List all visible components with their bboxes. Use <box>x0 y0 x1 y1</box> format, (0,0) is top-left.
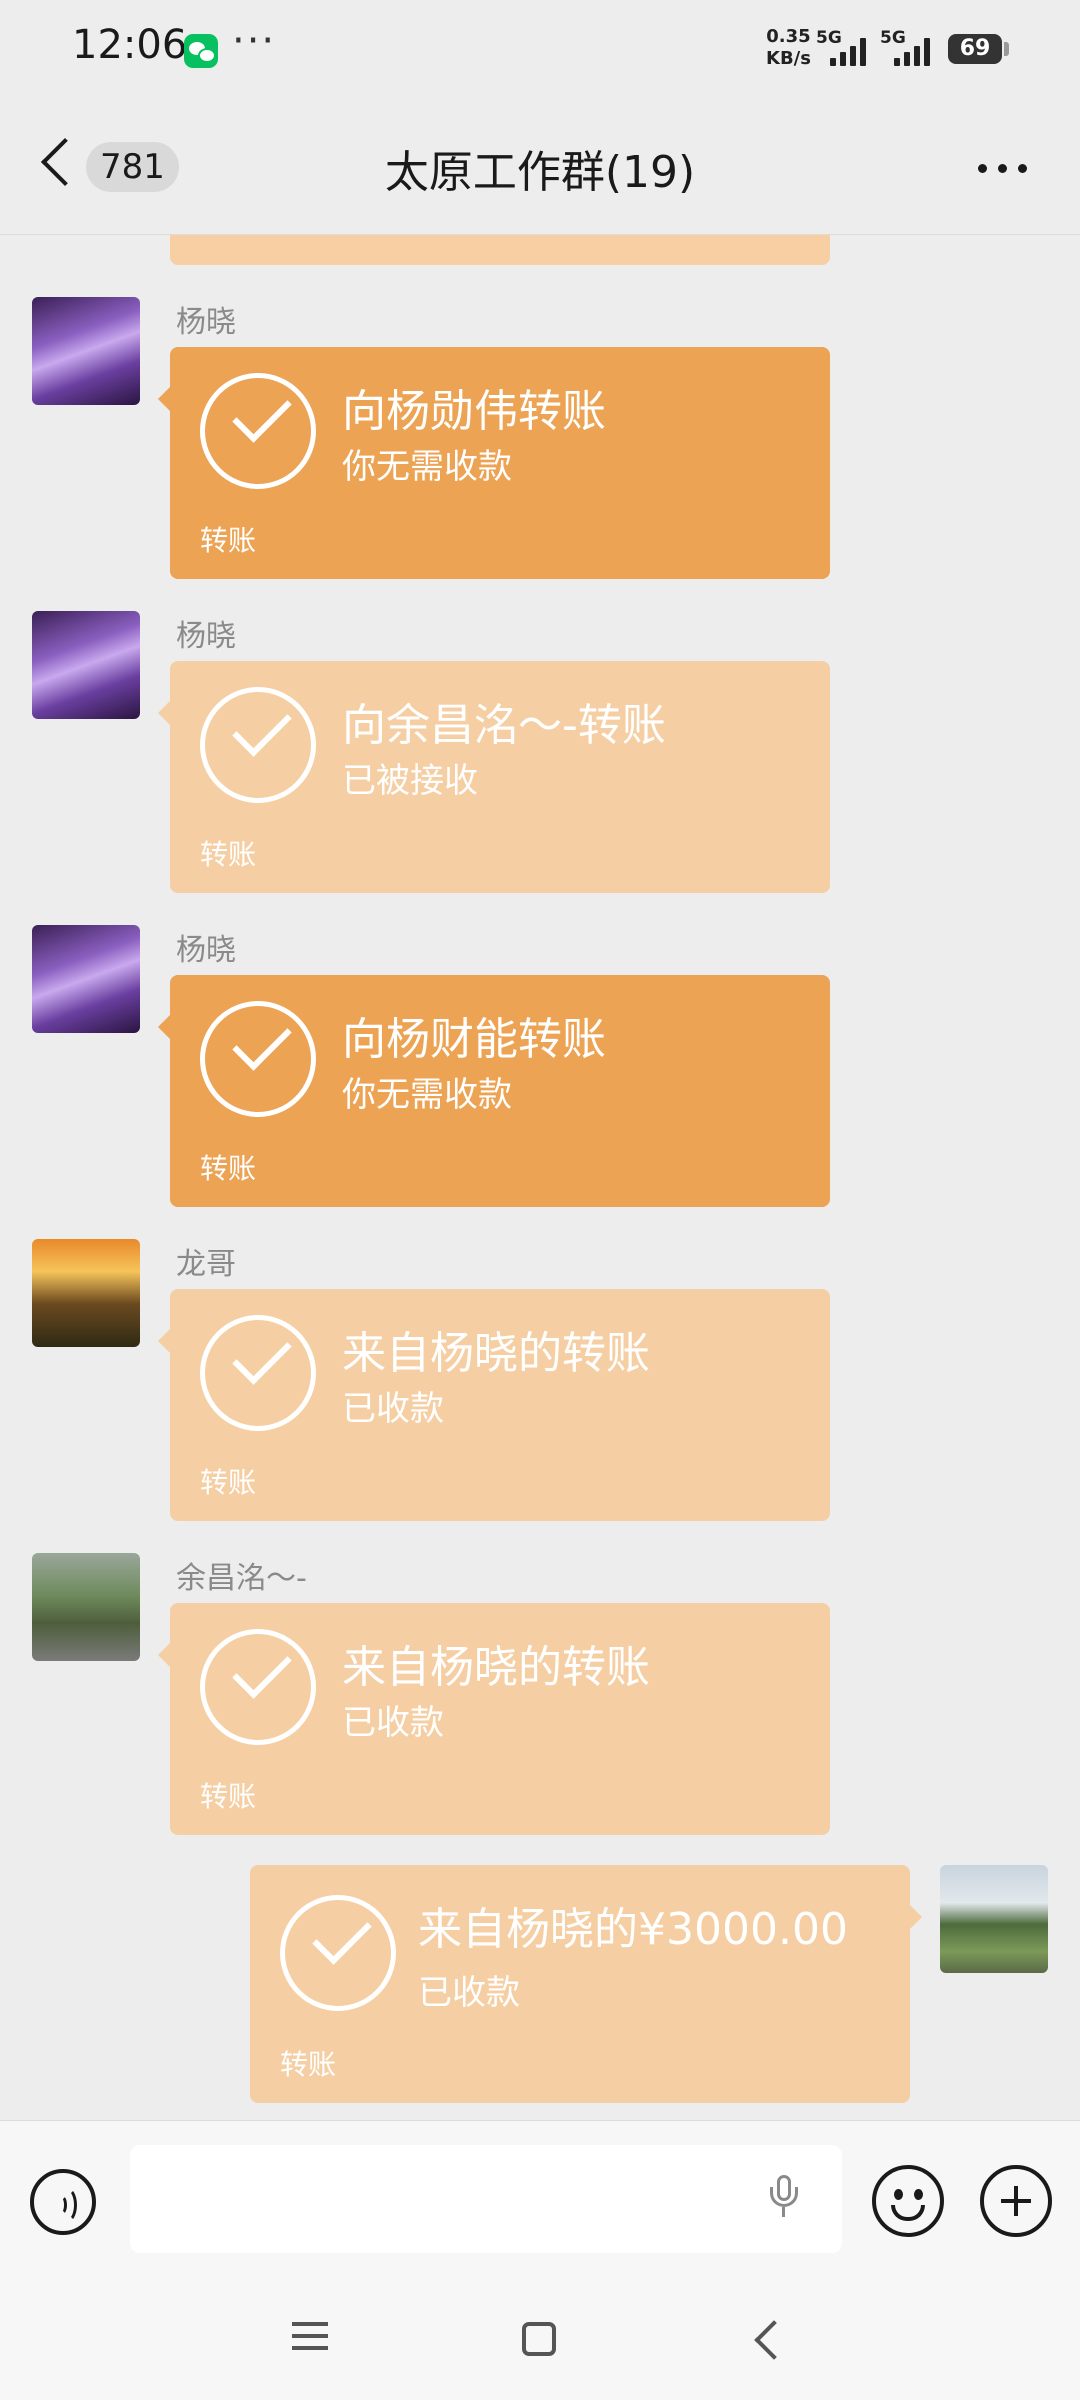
transfer-label: 转账 <box>200 1152 257 1185</box>
avatar[interactable] <box>940 1865 1048 1973</box>
status-bar: 12:06 ··· 0.35 KB/s 5G 5G 69 <box>0 0 1080 100</box>
bubble-tail <box>158 1015 170 1039</box>
check-circle-icon <box>200 1315 316 1431</box>
more-notifications-icon: ··· <box>232 18 277 64</box>
transfer-status: 你无需收款 <box>342 447 512 487</box>
network-speed-value: 0.35 <box>766 26 811 47</box>
mic-icon[interactable] <box>770 2175 798 2217</box>
sender-name: 杨晓 <box>176 619 236 654</box>
transfer-card[interactable]: 来自杨晓的转账 已收款 转账 <box>158 1289 830 1521</box>
partial-message-bubble[interactable] <box>170 235 830 265</box>
bubble-tail <box>910 1905 922 1929</box>
message-input[interactable] <box>130 2145 842 2253</box>
transfer-label: 转账 <box>200 838 257 871</box>
bubble-tail <box>158 1329 170 1353</box>
check-circle-icon <box>200 687 316 803</box>
transfer-status: 已收款 <box>418 1973 520 2013</box>
chat-header: 781 太原工作群(19) <box>0 100 1080 235</box>
avatar[interactable] <box>32 611 140 719</box>
transfer-title: 向余昌洺～-转账 <box>342 700 666 751</box>
home-icon[interactable] <box>522 2322 556 2356</box>
emoji-icon[interactable] <box>872 2165 944 2237</box>
transfer-title: 向杨勋伟转账 <box>342 386 606 437</box>
transfer-card[interactable]: 来自杨晓的¥3000.00 已收款 转账 <box>250 1865 922 2103</box>
sender-name: 杨晓 <box>176 305 236 340</box>
transfer-title: 来自杨晓的转账 <box>342 1328 650 1379</box>
transfer-label: 转账 <box>200 524 257 557</box>
chat-screen: 12:06 ··· 0.35 KB/s 5G 5G 69 781 太原工作群(1… <box>0 0 1080 2400</box>
transfer-card[interactable]: 向余昌洺～-转账 已被接收 转账 <box>158 661 830 893</box>
check-circle-icon <box>200 1629 316 1745</box>
bubble-tail <box>158 1643 170 1667</box>
page-title: 太原工作群(19) <box>384 147 696 198</box>
network-speed: 0.35 KB/s <box>766 26 811 70</box>
transfer-title: 来自杨晓的转账 <box>342 1642 650 1693</box>
transfer-label: 转账 <box>200 1780 257 1813</box>
signal-1-icon <box>830 38 872 66</box>
check-circle-icon <box>200 1001 316 1117</box>
transfer-status: 已收款 <box>342 1389 444 1429</box>
transfer-card[interactable]: 向杨财能转账 你无需收款 转账 <box>158 975 830 1207</box>
voice-icon[interactable] <box>30 2169 96 2235</box>
avatar[interactable] <box>32 1239 140 1347</box>
signal-2-icon <box>894 38 936 66</box>
transfer-label: 转账 <box>200 1466 257 1499</box>
battery-icon: 69 <box>948 34 1002 64</box>
network-speed-unit: KB/s <box>766 48 811 69</box>
status-time: 12:06 <box>72 22 188 68</box>
system-nav-bar <box>0 2280 1080 2400</box>
transfer-label: 转账 <box>280 2048 337 2081</box>
plus-icon[interactable] <box>980 2165 1052 2237</box>
avatar[interactable] <box>32 1553 140 1661</box>
transfer-title: 来自杨晓的¥3000.00 <box>418 1904 848 1955</box>
back-icon[interactable] <box>754 2320 794 2360</box>
transfer-status: 你无需收款 <box>342 1075 512 1115</box>
check-circle-icon <box>200 373 316 489</box>
sender-name: 余昌洺～- <box>176 1561 307 1596</box>
avatar[interactable] <box>32 297 140 405</box>
sender-name: 杨晓 <box>176 933 236 968</box>
transfer-card[interactable]: 向杨勋伟转账 你无需收款 转账 <box>158 347 830 579</box>
more-dots-icon[interactable] <box>976 164 1032 174</box>
bubble-tail <box>158 701 170 725</box>
message-list[interactable]: 杨晓 向杨勋伟转账 你无需收款 转账 杨晓 向余昌洺～-转账 已被接收 转账 杨… <box>0 235 1080 2120</box>
transfer-card[interactable]: 来自杨晓的转账 已收款 转账 <box>158 1603 830 1835</box>
avatar[interactable] <box>32 925 140 1033</box>
transfer-status: 已收款 <box>342 1703 444 1743</box>
battery-tip <box>1004 42 1009 56</box>
check-circle-icon <box>280 1895 396 2011</box>
sender-name: 龙哥 <box>176 1247 236 1282</box>
input-bar <box>0 2120 1080 2281</box>
transfer-title: 向杨财能转账 <box>342 1014 606 1065</box>
transfer-status: 已被接收 <box>342 761 478 801</box>
bubble-tail <box>158 387 170 411</box>
menu-icon[interactable] <box>292 2322 328 2352</box>
wechat-notification-icon <box>184 34 218 68</box>
